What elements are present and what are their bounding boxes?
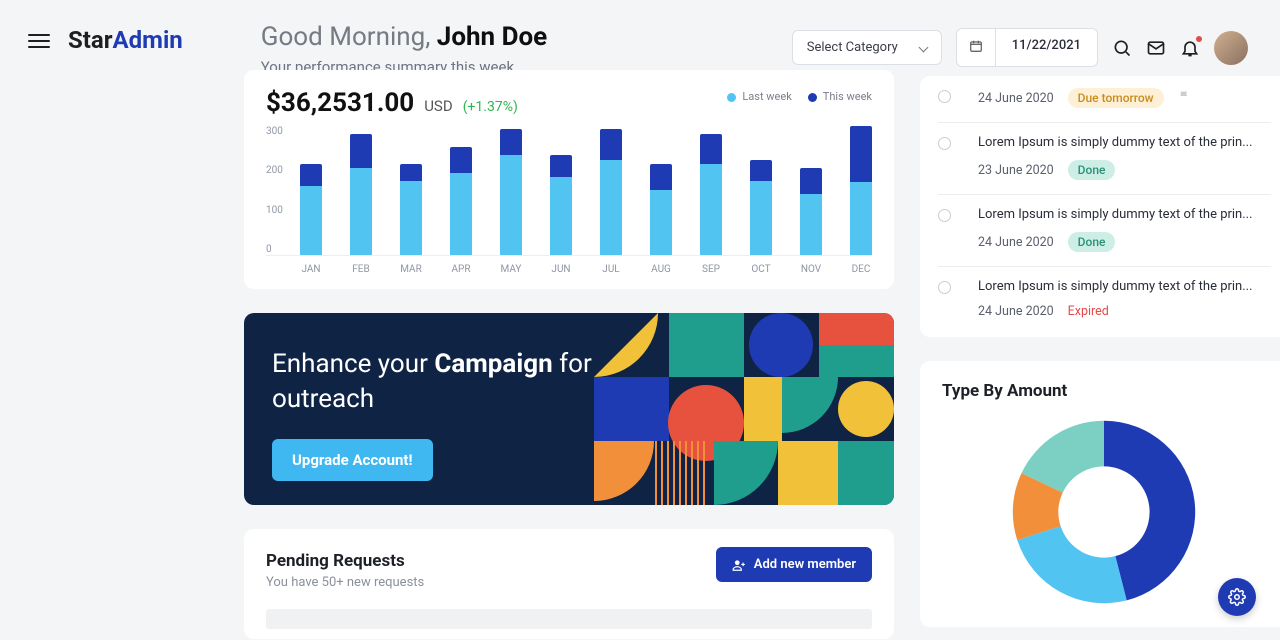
settings-fab-button[interactable] bbox=[1218, 578, 1256, 616]
bar-may bbox=[500, 126, 522, 255]
task-item[interactable]: Lorem Ipsum is simply dummy text of the … bbox=[938, 195, 1271, 267]
task-date: 23 June 2020 bbox=[978, 163, 1054, 178]
task-item[interactable]: Lorem Ipsum is simply dummy text of the … bbox=[938, 267, 1271, 333]
bar-aug bbox=[650, 126, 672, 255]
task-date: 24 June 2020 bbox=[978, 91, 1054, 106]
bar-dec bbox=[850, 126, 872, 255]
bar-feb bbox=[350, 126, 372, 255]
task-item[interactable]: 24 June 2020 Due tomorrow bbox=[938, 76, 1271, 123]
bar-nov bbox=[800, 126, 822, 255]
bar-jan bbox=[300, 126, 322, 255]
chart-currency: USD bbox=[424, 97, 452, 115]
chart-x-labels: JANFEBMARAPRMAYJUNJULAUGSEPOCTNOVDEC bbox=[266, 264, 872, 275]
task-badge: Expired bbox=[1068, 304, 1109, 319]
greeting: Good Morning, John Doe bbox=[261, 22, 774, 52]
chart-legend: Last week This week bbox=[727, 90, 872, 103]
donut-slice-1 bbox=[1018, 526, 1127, 603]
bar-oct bbox=[750, 126, 772, 255]
bar-chart: 300 200 100 0 bbox=[266, 126, 872, 256]
add-new-member-button[interactable]: Add new member bbox=[716, 547, 872, 582]
brand-text-b: Admin bbox=[113, 26, 183, 54]
task-checkbox[interactable] bbox=[938, 281, 951, 294]
legend-this-week: This week bbox=[808, 90, 872, 103]
calendar-icon bbox=[957, 29, 996, 66]
menu-toggle-button[interactable] bbox=[28, 30, 50, 52]
bar-jun bbox=[550, 126, 572, 255]
notification-dot bbox=[1196, 36, 1202, 42]
date-value: 11/22/2021 bbox=[996, 29, 1097, 66]
chart-y-labels: 300 200 100 0 bbox=[266, 126, 283, 255]
bar-mar bbox=[400, 126, 422, 255]
brand-logo: StarAdmin bbox=[68, 26, 183, 54]
task-text: Lorem Ipsum is simply dummy text of the … bbox=[978, 279, 1253, 294]
donut-title: Type By Amount bbox=[942, 381, 1267, 401]
task-badge: Due tomorrow bbox=[1068, 88, 1164, 108]
task-checkbox[interactable] bbox=[938, 90, 951, 103]
pending-requests-card: Pending Requests You have 50+ new reques… bbox=[244, 529, 894, 639]
bar-jul bbox=[600, 126, 622, 255]
chart-delta: (+1.37%) bbox=[463, 99, 518, 115]
bell-icon[interactable] bbox=[1180, 38, 1200, 58]
task-checkbox[interactable] bbox=[938, 209, 951, 222]
gear-icon bbox=[1228, 588, 1246, 606]
chevron-down-icon bbox=[918, 43, 928, 53]
add-member-label: Add new member bbox=[754, 557, 856, 572]
banner-artwork bbox=[594, 313, 894, 505]
bar-sep bbox=[700, 126, 722, 255]
legend-last-week: Last week bbox=[727, 90, 791, 103]
upgrade-banner: Enhance your Campaign for better outreac… bbox=[244, 313, 894, 505]
category-select-label: Select Category bbox=[807, 40, 898, 55]
task-date: 24 June 2020 bbox=[978, 304, 1054, 319]
search-icon[interactable] bbox=[1112, 38, 1132, 58]
brand-text-a: Star bbox=[68, 26, 113, 54]
pending-placeholder-bar bbox=[266, 609, 872, 629]
donut-chart bbox=[1009, 417, 1199, 607]
task-text: Lorem Ipsum is simply dummy text of the … bbox=[978, 207, 1253, 222]
upgrade-account-button[interactable]: Upgrade Account! bbox=[272, 439, 433, 481]
task-item[interactable]: Lorem Ipsum is simply dummy text of the … bbox=[938, 123, 1271, 195]
category-select[interactable]: Select Category bbox=[792, 30, 942, 65]
user-avatar[interactable] bbox=[1214, 31, 1248, 65]
flag-icon[interactable] bbox=[1178, 90, 1191, 107]
greeting-prefix: Good Morning, bbox=[261, 22, 437, 52]
task-badge: Done bbox=[1068, 232, 1116, 252]
date-picker[interactable]: 11/22/2021 bbox=[956, 28, 1098, 67]
task-checkbox[interactable] bbox=[938, 137, 951, 150]
task-badge: Done bbox=[1068, 160, 1116, 180]
task-list: 24 June 2020 Due tomorrow Lorem Ipsum is s… bbox=[920, 76, 1280, 337]
add-user-icon bbox=[732, 558, 746, 572]
task-date: 24 June 2020 bbox=[978, 235, 1054, 250]
bar-apr bbox=[450, 126, 472, 255]
performance-chart-card: $36,2531.00 USD (+1.37%) Last week This … bbox=[244, 70, 894, 289]
greeting-name: John Doe bbox=[437, 22, 547, 52]
chart-total: $36,2531.00 bbox=[266, 88, 414, 118]
mail-icon[interactable] bbox=[1146, 38, 1166, 58]
task-text: Lorem Ipsum is simply dummy text of the … bbox=[978, 135, 1253, 150]
